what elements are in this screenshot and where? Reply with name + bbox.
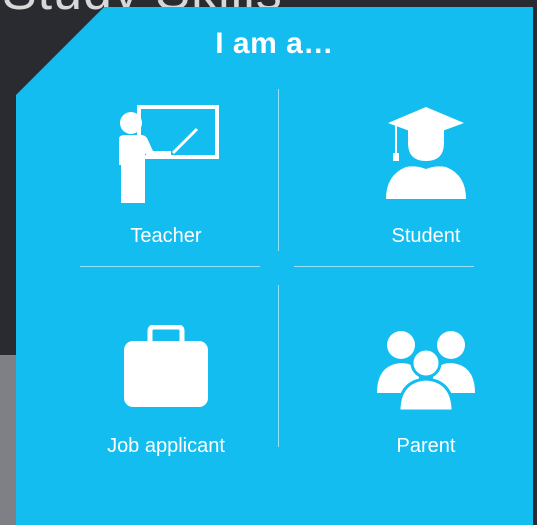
option-parent[interactable]: Parent	[306, 297, 533, 477]
option-teacher-label: Teacher	[130, 225, 202, 247]
option-parent-label: Parent	[396, 435, 456, 457]
family-icon	[371, 325, 481, 416]
option-student[interactable]: Student	[306, 87, 533, 267]
option-teacher[interactable]: Teacher	[46, 87, 286, 267]
option-student-label: Student	[391, 225, 461, 247]
option-job-applicant[interactable]: Job applicant	[46, 297, 286, 477]
briefcase-icon	[118, 324, 214, 416]
option-job-applicant-label: Job applicant	[107, 435, 225, 457]
panel-heading: I am a…	[215, 27, 334, 60]
teacher-icon	[111, 105, 221, 210]
role-selection-panel: I am a… Teacher Student Job applicant Pa…	[16, 7, 533, 525]
graduate-icon	[376, 103, 476, 208]
